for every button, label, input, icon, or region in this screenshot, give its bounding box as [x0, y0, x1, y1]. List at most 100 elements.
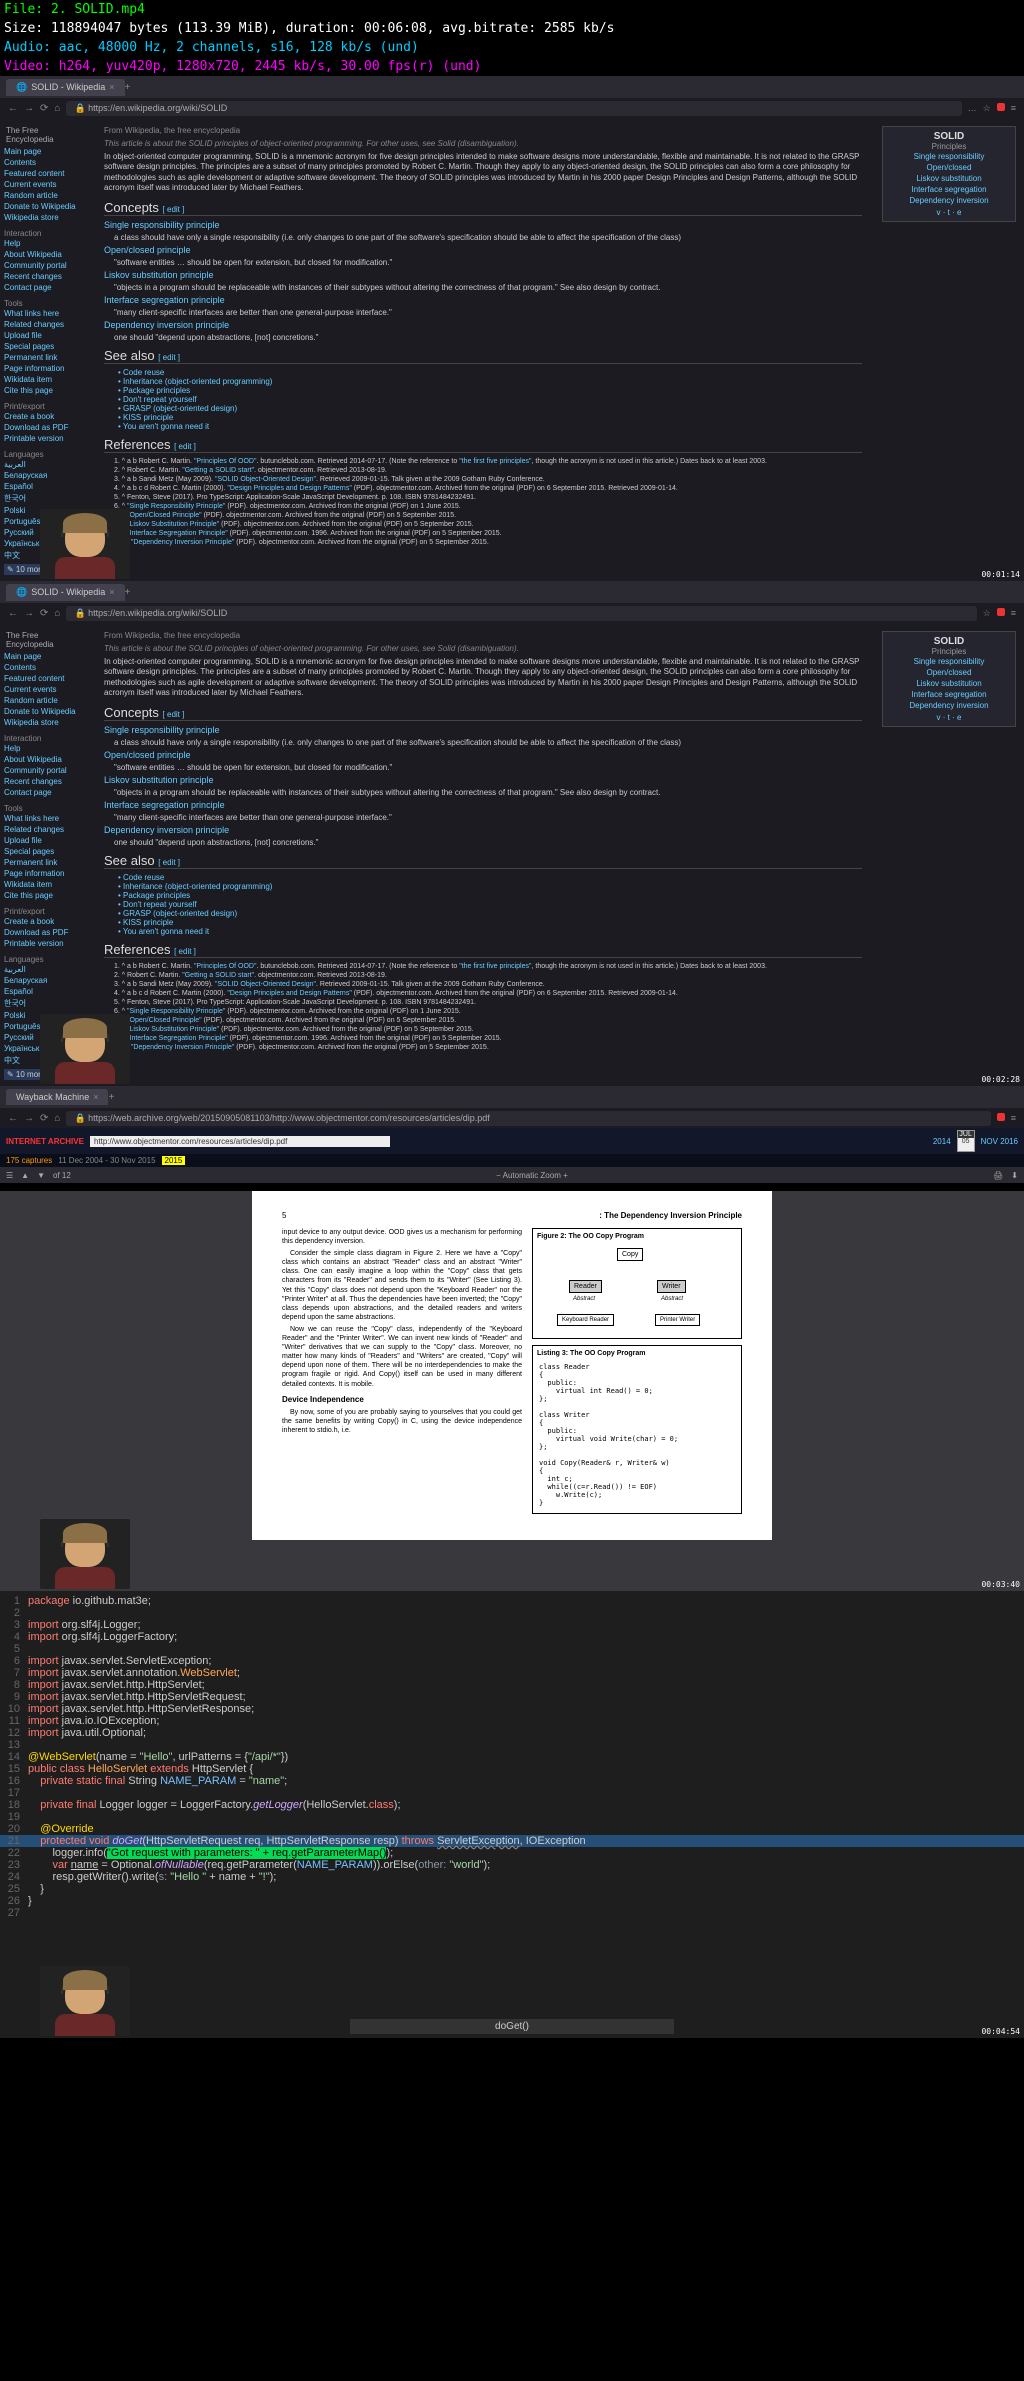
sidebar-link[interactable]: Wikidata item — [4, 374, 88, 385]
sidebar-link[interactable]: Contact page — [4, 282, 88, 293]
new-tab-button[interactable]: + — [125, 82, 131, 93]
extension-icon[interactable] — [997, 608, 1005, 616]
extension-icon[interactable] — [997, 1113, 1005, 1121]
sidebar-link[interactable]: Create a book — [4, 411, 88, 422]
sidebar-link[interactable]: Español — [4, 481, 88, 492]
infobox-link[interactable]: Liskov substitution — [889, 678, 1009, 689]
seealso-link[interactable]: • Don't repeat yourself — [118, 395, 862, 404]
infobox-vte[interactable]: v · t · e — [889, 208, 1009, 217]
sidebar-link[interactable]: Upload file — [4, 330, 88, 341]
sidebar-link[interactable]: Download as PDF — [4, 927, 88, 938]
sidebar-link[interactable]: Related changes — [4, 824, 88, 835]
sidebar-link[interactable]: Main page — [4, 651, 88, 662]
sidebar-link[interactable]: Printable version — [4, 433, 88, 444]
sidebar-link[interactable]: About Wikipedia — [4, 249, 88, 260]
pdf-viewer[interactable]: 5 : The Dependency Inversion Principle i… — [0, 1191, 1024, 1591]
back-icon[interactable]: ← — [8, 608, 18, 619]
sidebar-link[interactable]: Contents — [4, 157, 88, 168]
sidebar-link[interactable]: Español — [4, 986, 88, 997]
sidebar-link[interactable]: Wikidata item — [4, 879, 88, 890]
sidebar-link[interactable]: Random article — [4, 190, 88, 201]
tab-wikipedia[interactable]: 🌐 SOLID - Wikipedia × — [6, 79, 125, 96]
infobox-link[interactable]: Interface segregation — [889, 184, 1009, 195]
seealso-link[interactable]: • Package principles — [118, 386, 862, 395]
home-icon[interactable]: ⌂ — [54, 1113, 60, 1124]
sidebar-link[interactable]: Upload file — [4, 835, 88, 846]
back-icon[interactable]: ← — [8, 1113, 18, 1124]
sidebar-link[interactable]: Permanent link — [4, 857, 88, 868]
sidebar-link[interactable]: Page information — [4, 363, 88, 374]
seealso-link[interactable]: • Code reuse — [118, 873, 862, 882]
infobox-vte[interactable]: v · t · e — [889, 713, 1009, 722]
page-up-icon[interactable]: ▲ — [21, 1171, 29, 1180]
tab-wayback[interactable]: Wayback Machine × — [6, 1089, 108, 1105]
infobox-link[interactable]: Interface segregation — [889, 689, 1009, 700]
sidebar-toggle-icon[interactable]: ☰ — [6, 1171, 13, 1180]
wayback-prev-year[interactable]: 2014 — [933, 1137, 951, 1146]
seealso-link[interactable]: • GRASP (object-oriented design) — [118, 404, 862, 413]
wayback-next-year[interactable]: NOV 2016 — [981, 1137, 1018, 1146]
sidebar-link[interactable]: Recent changes — [4, 271, 88, 282]
isp-heading[interactable]: Interface segregation principle — [104, 295, 862, 305]
sidebar-link[interactable]: Page information — [4, 868, 88, 879]
url-input[interactable]: 🔒 https://en.wikipedia.org/wiki/SOLID — [66, 606, 976, 621]
seealso-link[interactable]: • You aren't gonna need it — [118, 422, 862, 431]
isp-heading[interactable]: Interface segregation principle — [104, 800, 862, 810]
sidebar-link[interactable]: Related changes — [4, 319, 88, 330]
wiki-logo[interactable]: The Free Encyclopedia — [4, 124, 88, 146]
sidebar-link[interactable]: 한국어 — [4, 997, 88, 1010]
close-icon[interactable]: × — [109, 587, 114, 597]
download-icon[interactable]: ⬇ — [1011, 1171, 1018, 1180]
sidebar-link[interactable]: Permanent link — [4, 352, 88, 363]
reload-icon[interactable]: ⟳ — [40, 1113, 48, 1124]
menu-icon[interactable]: ≡ — [1011, 608, 1016, 618]
sidebar-link[interactable]: Download as PDF — [4, 422, 88, 433]
new-tab-button[interactable]: + — [125, 587, 131, 598]
shield-icon[interactable]: … — [968, 103, 977, 113]
sidebar-link[interactable]: Random article — [4, 695, 88, 706]
sidebar-link[interactable]: Printable version — [4, 938, 88, 949]
seealso-link[interactable]: • Code reuse — [118, 368, 862, 377]
extension-icon[interactable] — [997, 103, 1005, 111]
sidebar-link[interactable]: Community portal — [4, 260, 88, 271]
sidebar-link[interactable]: 한국어 — [4, 492, 88, 505]
sidebar-link[interactable]: Wikipedia store — [4, 212, 88, 223]
sidebar-link[interactable]: Featured content — [4, 168, 88, 179]
sidebar-link[interactable]: Special pages — [4, 846, 88, 857]
infobox-link[interactable]: Liskov substitution — [889, 173, 1009, 184]
url-input[interactable]: 🔒 https://en.wikipedia.org/wiki/SOLID — [66, 101, 961, 116]
reload-icon[interactable]: ⟳ — [40, 103, 48, 114]
sidebar-link[interactable]: About Wikipedia — [4, 754, 88, 765]
sidebar-link[interactable]: Create a book — [4, 916, 88, 927]
sidebar-link[interactable]: Cite this page — [4, 890, 88, 901]
sidebar-link[interactable]: What links here — [4, 308, 88, 319]
seealso-link[interactable]: • KISS principle — [118, 413, 862, 422]
reload-icon[interactable]: ⟳ — [40, 608, 48, 619]
seealso-link[interactable]: • Inheritance (object-oriented programmi… — [118, 377, 862, 386]
close-icon[interactable]: × — [109, 82, 114, 92]
forward-icon[interactable]: → — [24, 1113, 34, 1124]
home-icon[interactable]: ⌂ — [54, 608, 60, 619]
zoom-select[interactable]: Automatic Zoom — [503, 1171, 561, 1180]
infobox-link[interactable]: Single responsibility — [889, 151, 1009, 162]
dip-heading[interactable]: Dependency inversion principle — [104, 320, 862, 330]
lsp-heading[interactable]: Liskov substitution principle — [104, 270, 862, 280]
seealso-link[interactable]: • You aren't gonna need it — [118, 927, 862, 936]
tab-wikipedia[interactable]: 🌐 SOLID - Wikipedia × — [6, 584, 125, 601]
sidebar-link[interactable]: Donate to Wikipedia — [4, 706, 88, 717]
sidebar-link[interactable]: Help — [4, 238, 88, 249]
edit-link[interactable]: [ edit ] — [163, 205, 185, 214]
srp-heading[interactable]: Single responsibility principle — [104, 220, 862, 230]
url-input[interactable]: 🔒 https://web.archive.org/web/2015090508… — [66, 1111, 990, 1126]
infobox-link[interactable]: Dependency inversion — [889, 700, 1009, 711]
sidebar-link[interactable]: Беларуская — [4, 470, 88, 481]
close-icon[interactable]: × — [93, 1092, 98, 1102]
sidebar-link[interactable]: Wikipedia store — [4, 717, 88, 728]
sidebar-link[interactable]: Special pages — [4, 341, 88, 352]
infobox-link[interactable]: Dependency inversion — [889, 195, 1009, 206]
ocp-heading[interactable]: Open/closed principle — [104, 245, 862, 255]
sidebar-link[interactable]: Contents — [4, 662, 88, 673]
lsp-heading[interactable]: Liskov substitution principle — [104, 775, 862, 785]
sidebar-link[interactable]: Community portal — [4, 765, 88, 776]
back-icon[interactable]: ← — [8, 103, 18, 114]
